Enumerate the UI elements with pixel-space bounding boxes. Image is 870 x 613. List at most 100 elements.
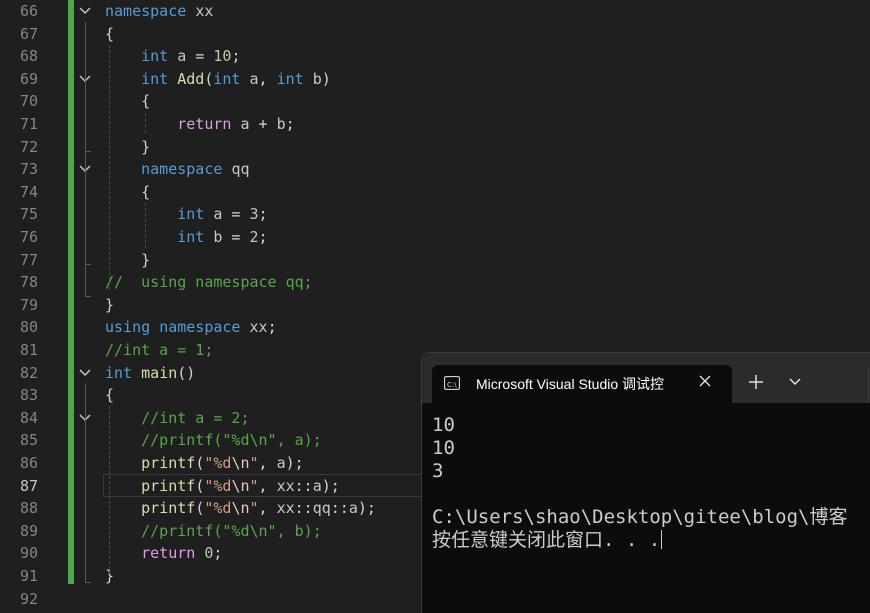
fold-range-end — [85, 296, 91, 297]
code-token: = — [222, 205, 250, 224]
line-number: 75 — [19, 205, 38, 224]
code-text: int a = 10; — [105, 45, 240, 68]
code-token: \n — [231, 499, 250, 518]
code-token: ); — [357, 499, 376, 518]
line-number: 90 — [19, 544, 38, 563]
code-line[interactable]: 78 // using namespace qq; — [0, 271, 870, 294]
output-line: 3 — [432, 460, 444, 482]
plus-icon[interactable] — [748, 374, 764, 390]
code-token: int — [105, 363, 133, 382]
code-text: printf("%d\n", xx::qq::a); — [105, 497, 376, 520]
code-token: ; — [258, 205, 268, 224]
output-line: 10 — [432, 414, 455, 436]
line-number: 85 — [19, 431, 38, 450]
code-line[interactable]: 69 int Add(int a, int b) — [0, 68, 870, 91]
code-line[interactable]: 68 int a = 10; — [0, 45, 870, 68]
code-token: " — [249, 499, 259, 518]
code-line[interactable]: 71 return a + b; — [0, 113, 870, 136]
code-text: //printf("%d\n", a); — [105, 429, 322, 452]
fold-range-line — [85, 383, 86, 583]
code-text: { — [105, 384, 114, 407]
code-text: int b = 2; — [105, 226, 268, 249]
chevron-down-icon[interactable] — [788, 377, 802, 387]
output-line: 10 — [432, 437, 455, 459]
code-token: int — [177, 228, 205, 246]
line-number: 66 — [19, 2, 38, 20]
code-token: qq — [312, 499, 331, 518]
code-text: } — [105, 136, 150, 159]
fold-chevron-icon[interactable] — [79, 0, 91, 23]
code-line[interactable]: 70 { — [0, 90, 870, 113]
terminal-tab[interactable]: C:\ Microsoft Visual Studio 调试控 — [432, 365, 732, 403]
code-token: //printf("%d\n", a); — [141, 431, 322, 450]
code-line[interactable]: 67 { — [0, 23, 870, 46]
line-number: 82 — [19, 363, 38, 382]
code-text: //int a = 1; — [105, 339, 213, 362]
line-number: 77 — [19, 250, 38, 269]
code-line[interactable]: 76 int b = 2; — [0, 226, 870, 249]
debug-console-window[interactable]: C:\ Microsoft Visual Studio 调试控 10 10 3 … — [421, 352, 870, 613]
code-token: 2 — [249, 228, 259, 246]
code-text: using namespace xx; — [105, 316, 277, 339]
code-token: :: — [294, 499, 313, 518]
code-token: \n — [231, 454, 250, 472]
line-number: 92 — [19, 589, 38, 608]
code-text: namespace xx — [105, 0, 213, 23]
line-number: 71 — [19, 115, 38, 133]
line-number: 88 — [19, 499, 38, 518]
code-text: namespace qq — [105, 158, 249, 181]
line-number: 84 — [19, 408, 38, 427]
code-token: = — [222, 228, 250, 246]
code-token: , — [258, 454, 277, 472]
code-token: int — [177, 205, 205, 224]
code-line[interactable]: 73 namespace qq — [0, 158, 870, 181]
output-line: 按任意键关闭此窗口. . . — [432, 529, 661, 551]
fold-range-line — [85, 180, 86, 265]
close-icon[interactable] — [698, 374, 712, 388]
code-token: //int a = 2; — [141, 408, 250, 427]
code-token: a — [240, 115, 250, 133]
code-token: 3 — [249, 205, 259, 224]
line-number: 79 — [19, 295, 38, 314]
code-token: a — [177, 47, 187, 66]
text-cursor — [661, 530, 663, 549]
code-line[interactable]: 74 { — [0, 181, 870, 204]
titlebar-separator — [868, 367, 869, 403]
code-text: printf("%d\n", a); — [105, 452, 304, 475]
code-line[interactable]: 77 } — [0, 249, 870, 272]
console-icon: C:\ — [444, 376, 460, 390]
line-number: 91 — [19, 567, 38, 585]
code-text: return a + b; — [105, 113, 294, 136]
code-token: a — [348, 499, 358, 518]
code-line[interactable]: 66 namespace xx — [0, 0, 870, 23]
line-number: 86 — [19, 454, 38, 472]
fold-chevron-icon[interactable] — [79, 362, 91, 385]
line-number: 74 — [19, 182, 38, 201]
code-line[interactable]: 72 } — [0, 136, 870, 159]
code-token: ; — [258, 228, 268, 246]
code-line[interactable]: 80 using namespace xx; — [0, 316, 870, 339]
code-line[interactable]: 79} — [0, 294, 870, 317]
code-line[interactable]: 75 int a = 3; — [0, 203, 870, 226]
code-token: xx — [276, 499, 295, 518]
code-token: //printf("%d\n", b); — [141, 521, 322, 540]
code-token: namespace — [105, 2, 187, 20]
code-token: xx — [195, 2, 214, 20]
code-token: xx — [249, 318, 268, 337]
line-number: 72 — [19, 137, 38, 156]
indent-guide — [145, 203, 146, 248]
code-token: namespace — [141, 160, 223, 179]
